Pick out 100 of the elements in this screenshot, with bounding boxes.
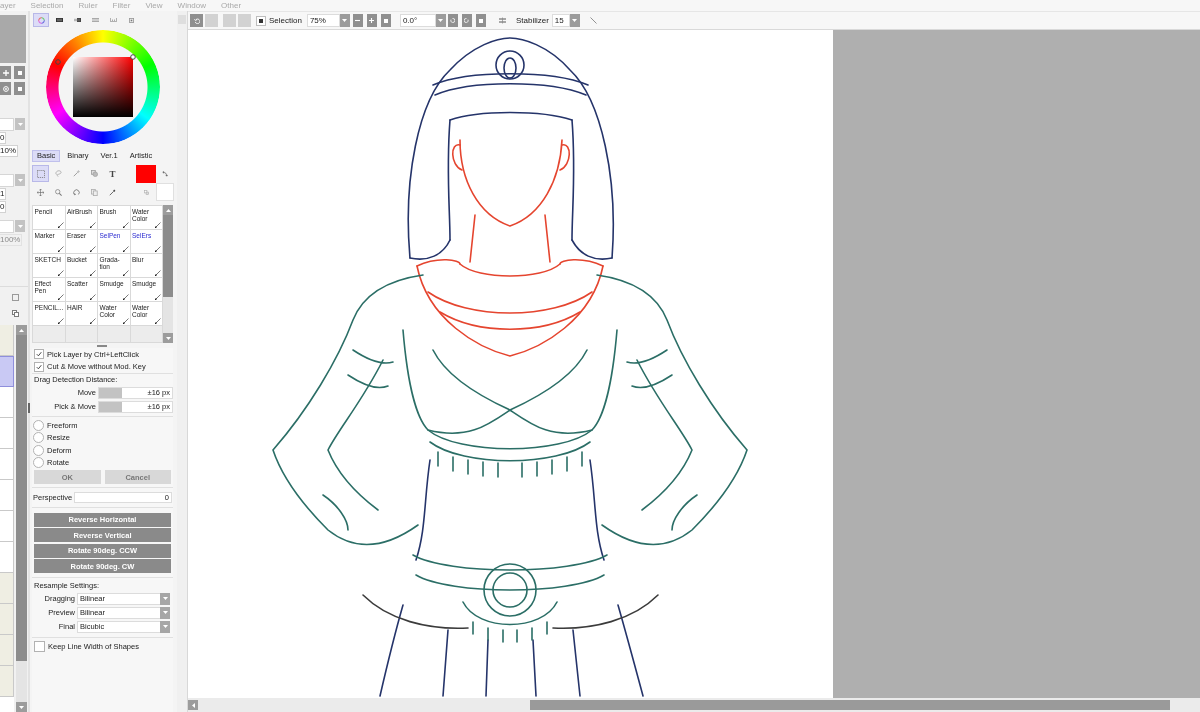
scrollbar-thumb[interactable]: [530, 700, 1170, 710]
dropdown-button[interactable]: [15, 220, 25, 232]
target-button[interactable]: [0, 82, 11, 95]
pen-icon: [57, 270, 64, 276]
pen-icon: [90, 246, 96, 252]
checkbox[interactable]: [34, 349, 44, 360]
lines-icon: [91, 18, 99, 22]
circle-marker-icon[interactable]: [55, 59, 61, 65]
rotate-left-icon: [450, 18, 456, 23]
toolbar-button[interactable]: [352, 14, 363, 27]
pen-icon: [57, 294, 64, 300]
navigator-preview: [0, 15, 26, 63]
dropdown-field[interactable]: 75%: [306, 14, 340, 27]
square-button[interactable]: [14, 82, 25, 95]
pen-icon: [122, 318, 129, 324]
diagonal-line-icon[interactable]: [589, 17, 597, 24]
toolbar-button[interactable]: [190, 14, 203, 27]
caret-icon: [162, 625, 168, 628]
bars-icon: [55, 18, 63, 22]
rotate-icon: [73, 189, 80, 196]
dropdown-field[interactable]: [0, 174, 14, 187]
dropdown-field[interactable]: [0, 118, 14, 131]
layer-row[interactable]: [0, 356, 14, 387]
scroll-down-button[interactable]: [163, 333, 173, 343]
scroll-up-button[interactable]: [16, 325, 27, 335]
color-swatch[interactable]: [155, 183, 174, 201]
dropdown-field[interactable]: [0, 220, 14, 233]
square-button[interactable]: [14, 66, 25, 79]
dropdown-button[interactable]: [569, 14, 580, 27]
checkbox[interactable]: [34, 361, 44, 372]
dropdown-button[interactable]: [160, 606, 170, 619]
scrollbar-thumb[interactable]: [163, 215, 173, 297]
color-swatch[interactable]: [136, 165, 156, 183]
dropdown-button[interactable]: [435, 14, 446, 27]
color-mode-button[interactable]: [33, 13, 49, 27]
caret-icon: [17, 122, 23, 126]
slider-fill[interactable]: [99, 401, 123, 412]
layer-row[interactable]: [0, 666, 14, 697]
layer-row[interactable]: [0, 449, 14, 480]
layer-row[interactable]: [0, 418, 14, 449]
pen-icon: [90, 318, 96, 324]
value-field[interactable]: 1: [0, 188, 7, 200]
radio-button[interactable]: [33, 432, 44, 444]
caret-icon: [19, 328, 24, 332]
color-wheel-icon: [37, 16, 45, 24]
value-field[interactable]: 10%: [0, 145, 18, 157]
dropdown-button[interactable]: [15, 118, 25, 130]
plus-icon: [369, 18, 375, 23]
small-squares-icon[interactable]: [143, 189, 149, 195]
caret-icon: [162, 597, 168, 600]
value-field[interactable]: 0: [0, 132, 7, 144]
dropdown-button[interactable]: [160, 592, 170, 605]
dropdown-field[interactable]: 0.0°: [399, 14, 436, 27]
dropdown-button[interactable]: [160, 620, 170, 633]
radio-button[interactable]: [33, 419, 44, 431]
caret-icon: [17, 178, 23, 182]
radio-button[interactable]: [33, 457, 44, 469]
square-icon[interactable]: [12, 294, 19, 301]
dropdown-field[interactable]: 15: [551, 14, 570, 27]
pen-icon: [90, 294, 96, 300]
layer-row[interactable]: [0, 387, 14, 418]
swap-arrows-icon[interactable]: [161, 171, 168, 177]
toolbar-button[interactable]: [461, 14, 472, 27]
layer-row[interactable]: [0, 480, 14, 511]
pen-icon: [155, 270, 161, 276]
dropdown-button[interactable]: [339, 14, 350, 27]
layer-row[interactable]: [0, 542, 14, 573]
tool-button[interactable]: [32, 165, 49, 182]
scroll-up-button[interactable]: [163, 205, 173, 215]
scroll-left-button[interactable]: [188, 700, 198, 710]
tray-icon: [109, 18, 117, 22]
bars-icon: [73, 18, 81, 22]
layer-row[interactable]: [0, 635, 14, 666]
color-square[interactable]: [73, 57, 133, 117]
pen-icon: [57, 318, 64, 324]
grip-handle[interactable]: [96, 344, 107, 347]
layer-row[interactable]: [0, 604, 14, 635]
toolbar-button[interactable]: [366, 14, 377, 27]
layer-row[interactable]: [0, 511, 14, 542]
dropdown-button[interactable]: [15, 174, 25, 186]
scroll-down-button[interactable]: [16, 702, 27, 712]
dashed-rectangle-icon: [36, 169, 45, 178]
slider-fill[interactable]: [99, 387, 123, 398]
checkbox[interactable]: [34, 640, 45, 652]
overlapping-squares-icon[interactable]: [12, 310, 19, 317]
layer-row[interactable]: [0, 325, 14, 356]
caret-icon: [17, 224, 23, 228]
tool-button[interactable]: T: [104, 165, 121, 182]
toolbar-button[interactable]: [475, 14, 486, 27]
pages-icon: [91, 189, 98, 196]
toolbar-button[interactable]: [380, 14, 391, 27]
circle-marker-icon[interactable]: [130, 54, 136, 60]
toolbar-button[interactable]: [447, 14, 458, 27]
radio-button[interactable]: [33, 444, 44, 456]
value-field[interactable]: 0: [0, 201, 7, 213]
pen-icon: [155, 222, 161, 228]
plus-button[interactable]: [0, 66, 11, 79]
layer-row[interactable]: [0, 573, 14, 604]
checkbox[interactable]: [256, 15, 266, 26]
lines-icon: [498, 17, 506, 24]
